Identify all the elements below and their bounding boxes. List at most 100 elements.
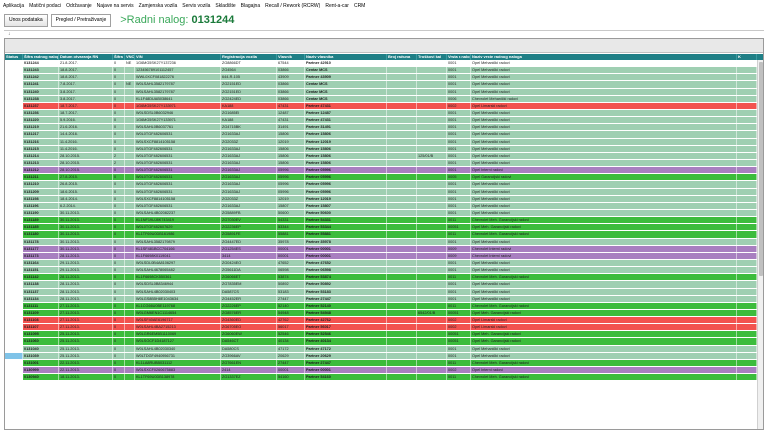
menu-item-8[interactable]: Recall / Rework (RCRW)	[265, 3, 320, 9]
table-row[interactable]: 0131001 22.11.2013. 0 KL1LA8RUBB031112 ZG766…	[5, 359, 757, 368]
table-row[interactable]: 0131240 3.8.2017. 0 W0LSAHL3582179787 ZG2151…	[5, 88, 757, 96]
table-row[interactable]: 0131180 30.11.2013. 0 KL1TF69U0DB161986 ZG58…	[5, 231, 757, 239]
row-status-cell[interactable]	[5, 367, 23, 374]
table-row[interactable]: 0131189 30.11.2013. 0 KL1NF19UJ8K743419 ZG70…	[5, 217, 757, 225]
row-status-cell[interactable]	[5, 245, 23, 252]
table-row[interactable]: 0131219 21.6.2016. 0 W0LSAHL0B6037761 ZG4715…	[5, 124, 757, 132]
table-row[interactable]: 0130999 22.11.2013. 0 W0LSXCF0260675883 2414…	[5, 367, 757, 375]
table-row[interactable]: 0131209 18.6.2015. 0 W0L0TGF482606531 ZG1633…	[5, 188, 757, 196]
table-row[interactable]: 0131244 21.8.2017. 0 NE 1G6MG5SK27Y137236 ZG8…	[5, 60, 757, 68]
table-row[interactable]: 0131108 27.11.2013. 0 W0LSF40AE6196717 ZG436…	[5, 317, 757, 325]
table-row[interactable]: 0131060 25.11.2013. 0 W0LSOCF1D4187127 DA546…	[5, 338, 757, 346]
menu-item-7[interactable]: Blagajna	[241, 3, 260, 9]
row-status-cell[interactable]	[5, 374, 23, 381]
table-row[interactable]: 0131190 30.11.2013. 0 W0LSAHL4B02082237 ZG58…	[5, 209, 757, 218]
table-row[interactable]: 0131211 27.8.2015. 0 W0L0TGF482606531 ZG1633…	[5, 174, 757, 182]
table-row[interactable]: 0131151 29.11.2013. 0 W0LSAHL4678065482 ZG56…	[5, 267, 757, 275]
row-status-cell[interactable]	[5, 88, 23, 95]
table-row[interactable]: 0131111 27.11.2013. 0 KL1CG66U0BE119768 ZG22…	[5, 302, 757, 310]
row-status-cell[interactable]	[5, 338, 23, 345]
menu-item-6[interactable]: Skladište	[215, 3, 235, 9]
row-status-cell[interactable]	[5, 131, 23, 138]
table-row[interactable]: 0131040 25.11.2013. 0 W0LSAHL4B02030340 DA58…	[5, 345, 757, 353]
row-status-cell[interactable]	[5, 317, 23, 324]
row-status-cell[interactable]	[5, 359, 23, 367]
table-row[interactable]: 0131243 18.8.2017. 0 123456789101112457 ZG45…	[5, 67, 757, 75]
row-status-cell[interactable]	[5, 202, 23, 209]
row-status-cell[interactable]	[5, 195, 23, 202]
menu-item-9[interactable]: Rent-a-car	[325, 3, 349, 9]
row-status-cell[interactable]	[5, 352, 23, 359]
row-status-cell[interactable]	[5, 309, 23, 317]
row-status-cell[interactable]	[5, 138, 23, 145]
table-row[interactable]: 0131236 18.7.2017. 0 W0LSDSL0B6032946 ZG1685…	[5, 109, 757, 118]
table-row[interactable]: 0131142 28.11.2013. 0 KL1F6698CK550361 ZG606…	[5, 274, 757, 282]
row-status-cell[interactable]	[5, 209, 23, 217]
table-row[interactable]: 0131215 11.4.2016. 0 W0L0TGF482606531 ZG1633…	[5, 145, 757, 153]
table-row[interactable]: 0130940 18.11.2013. 0 KL1TF69U0DB138978 ZG13…	[5, 374, 757, 382]
menu-item-2[interactable]: Održavanje	[66, 3, 92, 9]
row-status-cell[interactable]	[5, 152, 23, 159]
row-status-cell[interactable]	[5, 145, 23, 152]
table-row[interactable]: 0131220 5.9.2016. 0 1G6MG5SK27Y133971 KA188 4…	[5, 117, 757, 125]
table-row[interactable]: 0131217 14.4.2016. 0 W0L0TGF482606531 ZG1633…	[5, 131, 757, 139]
row-status-cell[interactable]	[5, 281, 23, 288]
tab-unos-podataka[interactable]: Unos podataka	[4, 13, 48, 27]
row-status-cell[interactable]	[5, 167, 23, 174]
row-status-cell[interactable]	[5, 60, 23, 67]
row-status-cell[interactable]	[5, 81, 23, 88]
table-row[interactable]: 0131237 18.7.2017. 0 1G6MG5SK27Y133971 KA188…	[5, 102, 757, 110]
table-row[interactable]: 0131178 30.11.2013. 0 W0LSAHL3582179879 ZG44…	[5, 238, 757, 246]
table-row[interactable]: 0131164 29.11.2013. 0 W0LSDL0B4A8106297 ZG04…	[5, 259, 757, 268]
table-row[interactable]: 0131216 11.4.2016. 0 W0LSXCF8814105158 ZG203…	[5, 138, 757, 146]
row-status-cell[interactable]	[5, 109, 23, 117]
row-status-cell[interactable]	[5, 238, 23, 245]
table-row[interactable]: 0131137 28.11.2013. 0 W0LSAHL4B02030403 DA58…	[5, 288, 757, 296]
table-row[interactable]: 0131173 28.11.2013. 0 KL1F6698K0119041 3414 0…	[5, 252, 757, 260]
table-row[interactable]: 0131212 28.10.2015. 0 W0L0TGF482606531 ZG163…	[5, 167, 757, 175]
table-row[interactable]: 0131196 6.2.2014. 0 W0L0TGF482606531 ZG1633A…	[5, 202, 757, 210]
menu-item-4[interactable]: Zamjenska vozila	[139, 3, 178, 9]
row-status-cell[interactable]	[5, 259, 23, 267]
table-row[interactable]: 0131214 28.10.2015. 2 W0L0TGF482606531 ZG163…	[5, 152, 757, 160]
table-row[interactable]: 0131039 25.11.2013. 0 W0LTDGF4940956731 ZG39…	[5, 352, 757, 360]
vertical-scrollbar[interactable]	[757, 60, 763, 429]
table-row[interactable]: 0131134 28.11.2013. 0 W0LGS8B5H8E1043634 ZG4…	[5, 295, 757, 303]
row-status-cell[interactable]	[5, 302, 23, 309]
menu-item-1[interactable]: Matični podaci	[29, 3, 61, 9]
menu-item-10[interactable]: CRM	[354, 3, 365, 9]
table-row[interactable]: 0131238 3.8.2017. 0 KL1F48DUAB038641 ZG2424E…	[5, 95, 757, 103]
row-status-cell[interactable]	[5, 345, 23, 352]
row-status-cell[interactable]	[5, 74, 23, 81]
table-row[interactable]: 0131185 30.11.2013. 0 W0L0TGF482607629 ZG223…	[5, 224, 757, 232]
row-status-cell[interactable]	[5, 217, 23, 224]
table-row[interactable]: 0131177 30.11.2013. 0 KL1SF481BCC704166 ZG12…	[5, 245, 757, 253]
scrollbar-thumb[interactable]	[759, 62, 763, 276]
table-row[interactable]: 0131095 25.11.2013. 0 W0LGR6EM5B1110069 ZG60…	[5, 331, 757, 339]
row-status-cell[interactable]	[5, 288, 23, 295]
table-row[interactable]: 0131109 27.11.2013. 0 W0LGM6EN1C1114654 ZG85…	[5, 309, 757, 318]
row-status-cell[interactable]	[5, 295, 23, 302]
row-status-cell[interactable]	[5, 231, 23, 238]
row-status-cell[interactable]	[5, 181, 23, 188]
table-row[interactable]: 0131241 7.8.2017. 0 NE W0LSAHL3582179787 ZG21…	[5, 81, 757, 89]
table-row[interactable]: 0131198 18.4.2014. 0 W0LSXCF8814105158 ZG203…	[5, 195, 757, 203]
row-status-cell[interactable]	[5, 324, 23, 331]
table-row[interactable]: 0131213 28.10.2015. 2 W0L0TGF482606531 ZG163…	[5, 159, 757, 168]
filter-bar[interactable]: ↓	[4, 30, 764, 38]
row-status-cell[interactable]	[5, 267, 23, 274]
row-status-cell[interactable]	[5, 117, 23, 124]
menu-item-5[interactable]: Servis vozila	[182, 3, 210, 9]
table-row[interactable]: 0131138 28.11.2013. 0 W0LSDSL0B8346944 ZG783…	[5, 281, 757, 289]
table-row[interactable]: 0131210 26.8.2015. 0 W0L0TGF482606531 ZG1633…	[5, 181, 757, 189]
menu-item-3[interactable]: Najave na servis	[97, 3, 134, 9]
row-status-cell[interactable]	[5, 252, 23, 259]
row-status-cell[interactable]	[5, 174, 23, 181]
row-status-cell[interactable]	[5, 188, 23, 195]
row-status-cell[interactable]	[5, 159, 23, 167]
row-status-cell[interactable]	[5, 95, 23, 102]
row-status-cell[interactable]	[5, 67, 23, 74]
row-status-cell[interactable]	[5, 274, 23, 281]
sort-arrow-icon[interactable]: ↓	[8, 31, 11, 37]
menu-item-0[interactable]: Aplikacija	[3, 3, 24, 9]
